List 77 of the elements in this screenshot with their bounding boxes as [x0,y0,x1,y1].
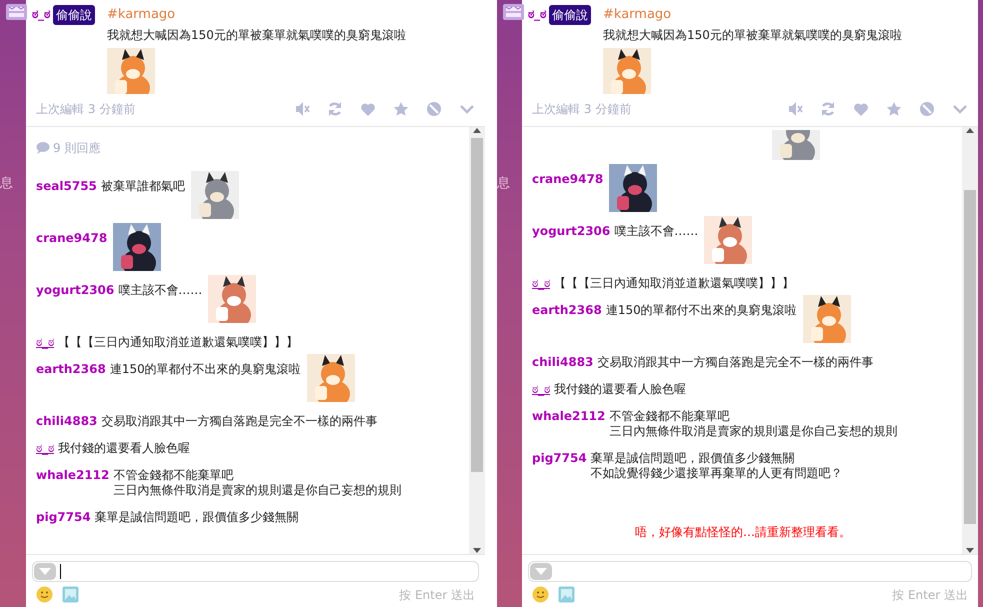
response-text: 噗主該不會…… [118,282,202,298]
background-label: 息 [497,175,510,193]
username[interactable]: ಠ_ಠ [528,5,546,23]
image-icon[interactable] [558,586,575,603]
plurk-text: 我就想大喊因為150元的單被棄單就氣噗噗的臭窮鬼滾啦 [603,26,902,44]
scrollbar[interactable] [469,126,485,554]
scrollbar[interactable] [962,126,978,554]
username[interactable]: yogurt2306 [36,282,114,298]
mute-icon[interactable] [294,100,310,116]
username[interactable]: whale2112 [36,468,110,482]
emoji-icon[interactable] [36,586,53,603]
emoji-icon[interactable] [532,586,549,603]
response-text: 交易取消跟其中一方獨自落跑是完全不一樣的兩件事 [101,414,378,428]
qualifier-badge: 偷偷說 [549,5,591,25]
caret-icon [39,568,51,574]
block-icon[interactable] [426,100,442,116]
username[interactable]: chili4883 [36,414,98,428]
star-icon[interactable] [886,100,902,116]
username[interactable]: ಠ_ಠ [532,382,550,396]
response-text: 不管金錢都不能棄單吧 三日內無條件取消是賣家的規則還是你自己妄想的規則 [113,468,402,498]
username[interactable]: earth2368 [36,362,106,376]
username[interactable]: pig7754 [36,510,91,524]
replurk-icon[interactable] [820,100,836,116]
comment-icon [36,141,50,154]
username[interactable]: ಠ_ಠ [36,334,54,350]
mask-icon[interactable] [503,4,524,20]
username[interactable]: crane9478 [532,172,604,186]
enter-hint: 按 Enter 送出 [399,586,475,604]
scroll-down-icon[interactable] [965,546,975,554]
heart-icon[interactable] [853,100,869,116]
background-label: 息 [0,175,13,193]
edit-time: 上次編輯 3 分鐘前 [36,100,136,118]
image-icon[interactable] [62,586,79,603]
enter-hint: 按 Enter 送出 [892,586,968,604]
username[interactable]: earth2368 [532,302,602,318]
username[interactable]: pig7754 [532,450,587,466]
scrollbar-thumb[interactable] [964,190,976,524]
response-text: 棄單是誠信問題吧，跟價值多少錢無關 [94,510,299,524]
qualifier-dropdown-button[interactable] [34,562,56,580]
scroll-up-icon[interactable] [472,126,482,134]
username[interactable]: ಠ_ಠ [532,276,550,290]
response-text: 被棄單誰都氣吧 [100,178,185,194]
username[interactable]: ಠ_ಠ [36,440,54,456]
username[interactable]: ಠ_ಠ [32,5,50,23]
qualifier-dropdown-button[interactable] [530,562,552,580]
response-count: 9 則回應 [53,140,100,156]
plurk-text: 我就想大喊因為150元的單被棄單就氣噗噗的臭窮鬼滾啦 [107,26,406,44]
response-text: 【【【三日內通知取消並道歉還氣噗噗】】】 [58,334,298,350]
block-icon[interactable] [919,100,935,116]
caret-icon [535,568,547,574]
username[interactable]: whale2112 [532,408,606,424]
mute-icon[interactable] [787,100,803,116]
scroll-up-icon[interactable] [965,126,975,134]
response-text: 交易取消跟其中一方獨自落跑是完全不一樣的兩件事 [597,354,874,370]
replurk-icon[interactable] [327,100,343,116]
response-text: 我付錢的還要看人臉色喔 [554,382,686,396]
username[interactable]: yogurt2306 [532,224,610,238]
response-text: 【【【三日內通知取消並道歉還氣噗噗】】】 [554,276,794,290]
username[interactable]: seal5755 [36,178,97,194]
username[interactable]: crane9478 [36,230,108,246]
error-message: 唔，好像有點怪怪的…請重新整理看看。 [634,524,852,540]
response-text: 不管金錢都不能棄單吧 三日內無條件取消是賣家的規則還是你自己妄想的規則 [609,408,898,438]
mask-icon[interactable] [6,4,27,20]
star-icon[interactable] [393,100,409,116]
username[interactable]: chili4883 [532,354,594,370]
edit-time: 上次編輯 3 分鐘前 [532,100,632,118]
scroll-down-icon[interactable] [472,546,482,554]
qualifier-badge: 偷偷說 [53,5,95,25]
response-text: 我付錢的還要看人臉色喔 [58,440,190,456]
response-text: 噗主該不會…… [614,224,698,238]
heart-icon[interactable] [360,100,376,116]
response-input-field[interactable] [528,560,972,582]
response-text: 棄單是誠信問題吧，跟價值多少錢無關 不如說覺得錢少還接單再棄單的人更有問題吧？ [590,450,843,480]
response-input-field[interactable] [32,560,479,582]
response-text: 連150的單都付不出來的臭窮鬼滾啦 [606,302,797,318]
scrollbar-thumb[interactable] [471,138,483,472]
response-text: 連150的單都付不出來的臭窮鬼滾啦 [110,362,301,376]
